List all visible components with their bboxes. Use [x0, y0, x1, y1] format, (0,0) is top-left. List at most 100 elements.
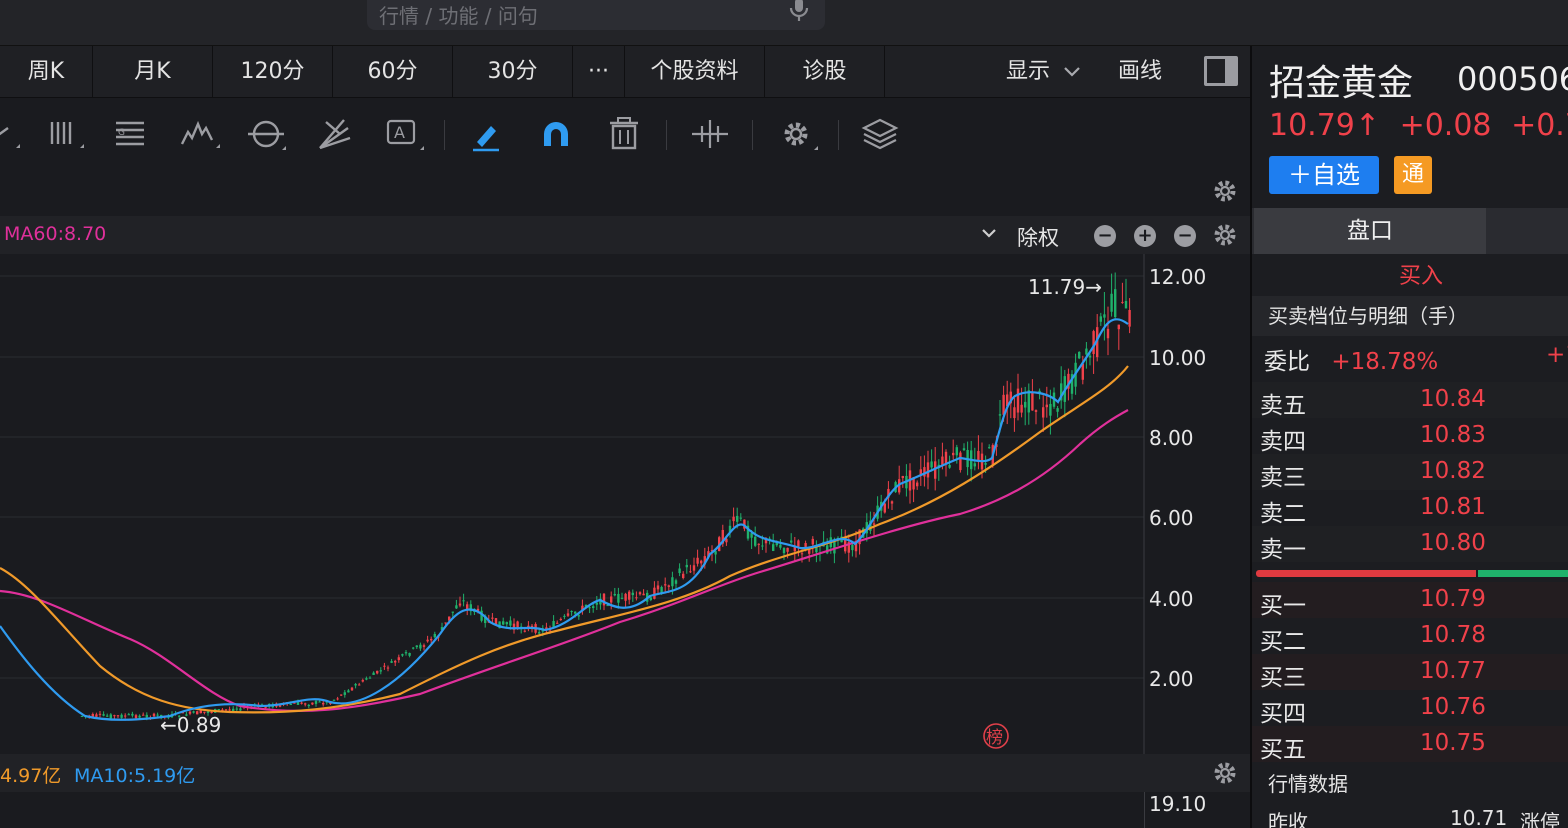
candle-body	[631, 592, 634, 596]
delete-tool-icon[interactable]	[602, 112, 646, 156]
wave-tool-icon[interactable]	[178, 112, 222, 156]
adjust-mode-button[interactable]: 除权	[1017, 222, 1059, 252]
candle-body	[124, 715, 127, 717]
gann-fan-tool-icon[interactable]	[312, 112, 356, 156]
bid-label: 买一	[1260, 593, 1306, 619]
parallel-lines-tool-icon[interactable]	[42, 112, 86, 156]
search-input[interactable]: 行情 / 功能 / 问句	[367, 0, 825, 30]
ray-tool-icon[interactable]	[0, 112, 24, 156]
candle-body	[102, 714, 105, 716]
candle-body	[415, 645, 418, 648]
zoom-out-icon[interactable]: −	[1094, 225, 1116, 247]
chart-settings-gear-icon[interactable]	[1212, 178, 1238, 204]
candle-body	[343, 692, 346, 695]
tab-week-k[interactable]: 周K	[0, 46, 93, 98]
candle-body	[664, 584, 667, 586]
candle-body	[455, 605, 458, 609]
ask-row[interactable]: 卖二 10.81	[1252, 490, 1568, 527]
candle-body	[451, 611, 454, 613]
candle-body	[959, 452, 962, 471]
bid-row[interactable]: 买一 10.79	[1252, 582, 1568, 619]
panel-toggle-icon[interactable]	[1204, 56, 1238, 86]
price-change: +0.08	[1399, 108, 1492, 143]
bid-row[interactable]: 买五 10.75	[1252, 726, 1568, 763]
more-tabs-button[interactable]: ···	[573, 46, 625, 98]
bid-row[interactable]: 买三 10.77	[1252, 654, 1568, 691]
stock-code: 000506	[1457, 60, 1568, 98]
candle-body	[289, 704, 292, 706]
tab-diagnose[interactable]: 诊股	[765, 46, 885, 98]
ask-row[interactable]: 卖五 10.84	[1252, 382, 1568, 419]
tab-stock-profile[interactable]: 个股资料	[625, 46, 765, 98]
candle-body	[232, 708, 235, 712]
candle-body	[404, 652, 408, 654]
candle-body	[998, 414, 1002, 416]
tab-order-book[interactable]: 盘口	[1254, 208, 1486, 254]
legend-settings-gear-icon[interactable]	[1212, 222, 1238, 248]
bid-price: 10.77	[1420, 658, 1486, 684]
order-ratio-label: 委比	[1264, 349, 1310, 375]
ranking-badge-icon[interactable]: 榜	[983, 723, 1009, 749]
tab-120min[interactable]: 120分	[213, 46, 333, 98]
tab-other[interactable]	[1488, 208, 1568, 254]
y-tick: 4.00	[1149, 587, 1194, 611]
collapse-icon[interactable]: −	[1174, 225, 1196, 247]
chevron-down-icon[interactable]	[980, 222, 998, 249]
candle-body	[588, 607, 591, 609]
candle-body	[224, 709, 228, 711]
ask-label: 卖四	[1260, 429, 1306, 455]
main-chart-legend: MA60:8.70 除权 − + −	[0, 216, 1250, 254]
add-favorite-button[interactable]: ＋自选	[1269, 156, 1379, 194]
candle-body	[509, 620, 512, 626]
candle-body	[430, 638, 433, 641]
tab-60min[interactable]: 60分	[333, 46, 453, 98]
connect-badge[interactable]: 通	[1394, 156, 1432, 194]
tab-month-k[interactable]: 月K	[93, 46, 213, 98]
low-marker: ←0.89	[160, 713, 221, 737]
candlesticks	[80, 272, 1131, 721]
zoom-in-icon[interactable]: +	[1134, 225, 1156, 247]
ask-row[interactable]: 卖三 10.82	[1252, 454, 1568, 491]
candle-body	[962, 448, 966, 451]
ask-row[interactable]: 卖四 10.83	[1252, 418, 1568, 455]
candle-body	[592, 606, 595, 609]
settings-tool-icon[interactable]	[774, 112, 818, 156]
pen-tool-icon[interactable]	[465, 112, 509, 156]
volume-axis-line	[1144, 792, 1145, 828]
microphone-icon[interactable]	[785, 0, 813, 24]
candle-body	[138, 715, 141, 718]
order-ratio-value: +18.78%	[1331, 349, 1439, 375]
candle-body	[145, 714, 148, 718]
y-tick: 8.00	[1149, 426, 1194, 450]
cycle-tool-icon[interactable]	[244, 112, 288, 156]
draw-line-button[interactable]: 画线	[1118, 46, 1162, 98]
candle-body	[1117, 324, 1120, 330]
candle-body	[80, 715, 84, 717]
candle-body	[502, 621, 505, 625]
display-menu[interactable]: 显示	[1006, 46, 1081, 98]
magnet-tool-icon[interactable]	[534, 112, 578, 156]
candle-body	[1045, 404, 1048, 408]
candle-body	[1034, 410, 1038, 412]
candle-body	[772, 544, 775, 551]
layers-tool-icon[interactable]	[858, 112, 902, 156]
volume-settings-gear-icon[interactable]	[1212, 760, 1238, 786]
bid-row[interactable]: 买二 10.78	[1252, 618, 1568, 655]
text-annotation-tool-icon[interactable]: A	[380, 112, 424, 156]
candle-body	[653, 587, 656, 599]
y-tick: 2.00	[1149, 667, 1194, 691]
measure-tool-icon[interactable]	[688, 112, 732, 156]
y-tick: 10.00	[1149, 346, 1206, 370]
buy-title[interactable]: 买入	[1252, 260, 1568, 294]
prev-close-label: 昨收	[1268, 810, 1308, 828]
candle-body	[1124, 300, 1128, 309]
kline-chart[interactable]: 12.00 10.00 8.00 6.00 4.00 2.00 11.79→ ←…	[0, 254, 1250, 754]
fibonacci-tool-icon[interactable]: G	[108, 112, 152, 156]
candle-body	[379, 670, 382, 672]
tab-30min[interactable]: 30分	[453, 46, 573, 98]
svg-text:G: G	[118, 128, 125, 138]
candle-body	[336, 698, 339, 700]
ask-row[interactable]: 卖一 10.80	[1252, 526, 1568, 563]
bid-row[interactable]: 买四 10.76	[1252, 690, 1568, 727]
ask-label: 卖一	[1260, 537, 1306, 563]
